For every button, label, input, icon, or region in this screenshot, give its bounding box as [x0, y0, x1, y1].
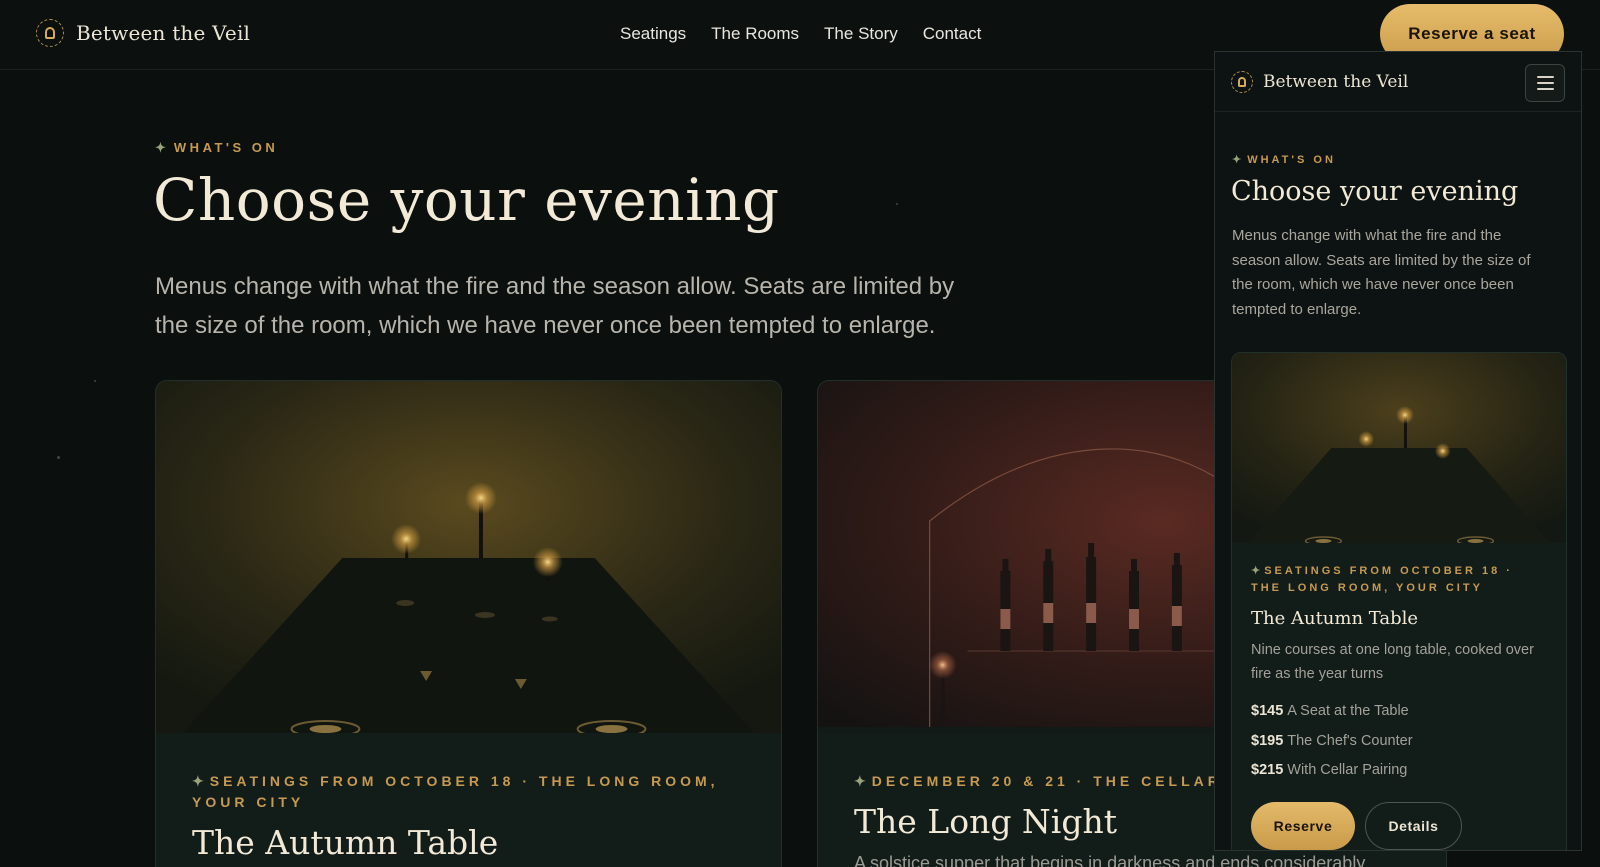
reserve-button[interactable]: Reserve — [1251, 801, 1355, 850]
mobile-card-meta: ✦ SEATINGS FROM OCTOBER 18 · THE LONG ROO… — [1251, 563, 1547, 597]
mobile-card-title[interactable]: The Autumn Table — [1251, 608, 1547, 629]
nav-link-seatings[interactable]: Seatings — [620, 24, 686, 44]
hero-lede: Menus change with what the fire and the … — [155, 273, 955, 339]
price-row: $215 With Cellar Pairing — [1251, 756, 1547, 786]
price-amount: $145 — [1251, 703, 1284, 719]
mobile-brand-name: Between the Veil — [1263, 72, 1409, 92]
nav-link-story[interactable]: The Story — [824, 24, 898, 44]
price-label: The Chef's Counter — [1287, 732, 1413, 749]
price-amount: $195 — [1251, 732, 1284, 749]
long-table-candles-illustration — [1232, 353, 1566, 543]
mobile-eyebrow: ✦ WHAT'S ON — [1232, 153, 1336, 166]
card-title[interactable]: The Autumn Table — [192, 823, 745, 862]
star-dot — [896, 203, 898, 205]
card-meta-text: SEATINGS FROM OCTOBER 18 · THE LONG ROOM… — [192, 773, 719, 810]
star-dot — [57, 456, 60, 459]
lantern-icon — [1231, 71, 1253, 93]
mobile-page-title: Choose your evening — [1231, 176, 1519, 207]
hamburger-icon[interactable] — [1525, 64, 1565, 102]
nav-links: Seatings The Rooms The Story Contact — [620, 24, 981, 44]
nav-link-rooms[interactable]: The Rooms — [711, 24, 799, 44]
brand-name: Between the Veil — [76, 21, 251, 45]
details-button[interactable]: Details — [1365, 801, 1462, 850]
mobile-header: Between the Veil — [1215, 52, 1581, 112]
mobile-lede: Menus change with what the fire and the … — [1232, 227, 1531, 318]
card-meta: ✦ SEATINGS FROM OCTOBER 18 · THE LONG ROO… — [192, 771, 745, 813]
nav-link-contact[interactable]: Contact — [923, 24, 982, 44]
card-meta-text: SEATINGS FROM OCTOBER 18 · THE LONG ROOM… — [1251, 565, 1513, 594]
price-list: $145 A Seat at the Table $195 The Chef's C… — [1251, 697, 1547, 786]
eyebrow-label: WHAT'S ON — [1247, 154, 1336, 166]
price-amount: $215 — [1251, 762, 1284, 778]
price-label: A Seat at the Table — [1287, 703, 1409, 719]
star-dot — [94, 380, 96, 382]
sparkle-icon: ✦ — [192, 773, 204, 789]
eyebrow-label: WHAT'S ON — [173, 140, 279, 155]
mobile-card-description: Nine courses at one long table, cooked o… — [1251, 642, 1534, 682]
mobile-preview: Between the Veil ✦ WHAT'S ON Choose your … — [1214, 51, 1582, 851]
mobile-brand[interactable]: Between the Veil — [1231, 71, 1408, 93]
sparkle-icon: ✦ — [1251, 565, 1261, 577]
price-row: $195 The Chef's Counter — [1251, 727, 1547, 757]
mobile-card-body: ✦ SEATINGS FROM OCTOBER 18 · THE LONG ROO… — [1232, 543, 1566, 850]
sparkle-icon: ✦ — [1232, 154, 1242, 166]
price-label: With Cellar Pairing — [1287, 762, 1408, 778]
card-description: A solstice supper that begins in darknes… — [854, 853, 1366, 867]
lantern-icon — [36, 19, 64, 47]
card-actions: Reserve Details — [1251, 801, 1547, 850]
sparkle-icon: ✦ — [155, 140, 166, 155]
mobile-event-card[interactable]: ✦ SEATINGS FROM OCTOBER 18 · THE LONG ROO… — [1231, 352, 1567, 850]
brand[interactable]: Between the Veil — [36, 19, 250, 47]
long-table-candles-illustration — [156, 381, 781, 733]
card-body: ✦ SEATINGS FROM OCTOBER 18 · THE LONG ROO… — [156, 733, 781, 862]
price-row: $145 A Seat at the Table — [1251, 697, 1547, 727]
event-card-autumn-table[interactable]: ✦ SEATINGS FROM OCTOBER 18 · THE LONG ROO… — [155, 380, 782, 867]
page-title: Choose your evening — [153, 166, 780, 234]
hero-eyebrow: ✦ WHAT'S ON — [155, 140, 278, 156]
sparkle-icon: ✦ — [854, 773, 866, 789]
